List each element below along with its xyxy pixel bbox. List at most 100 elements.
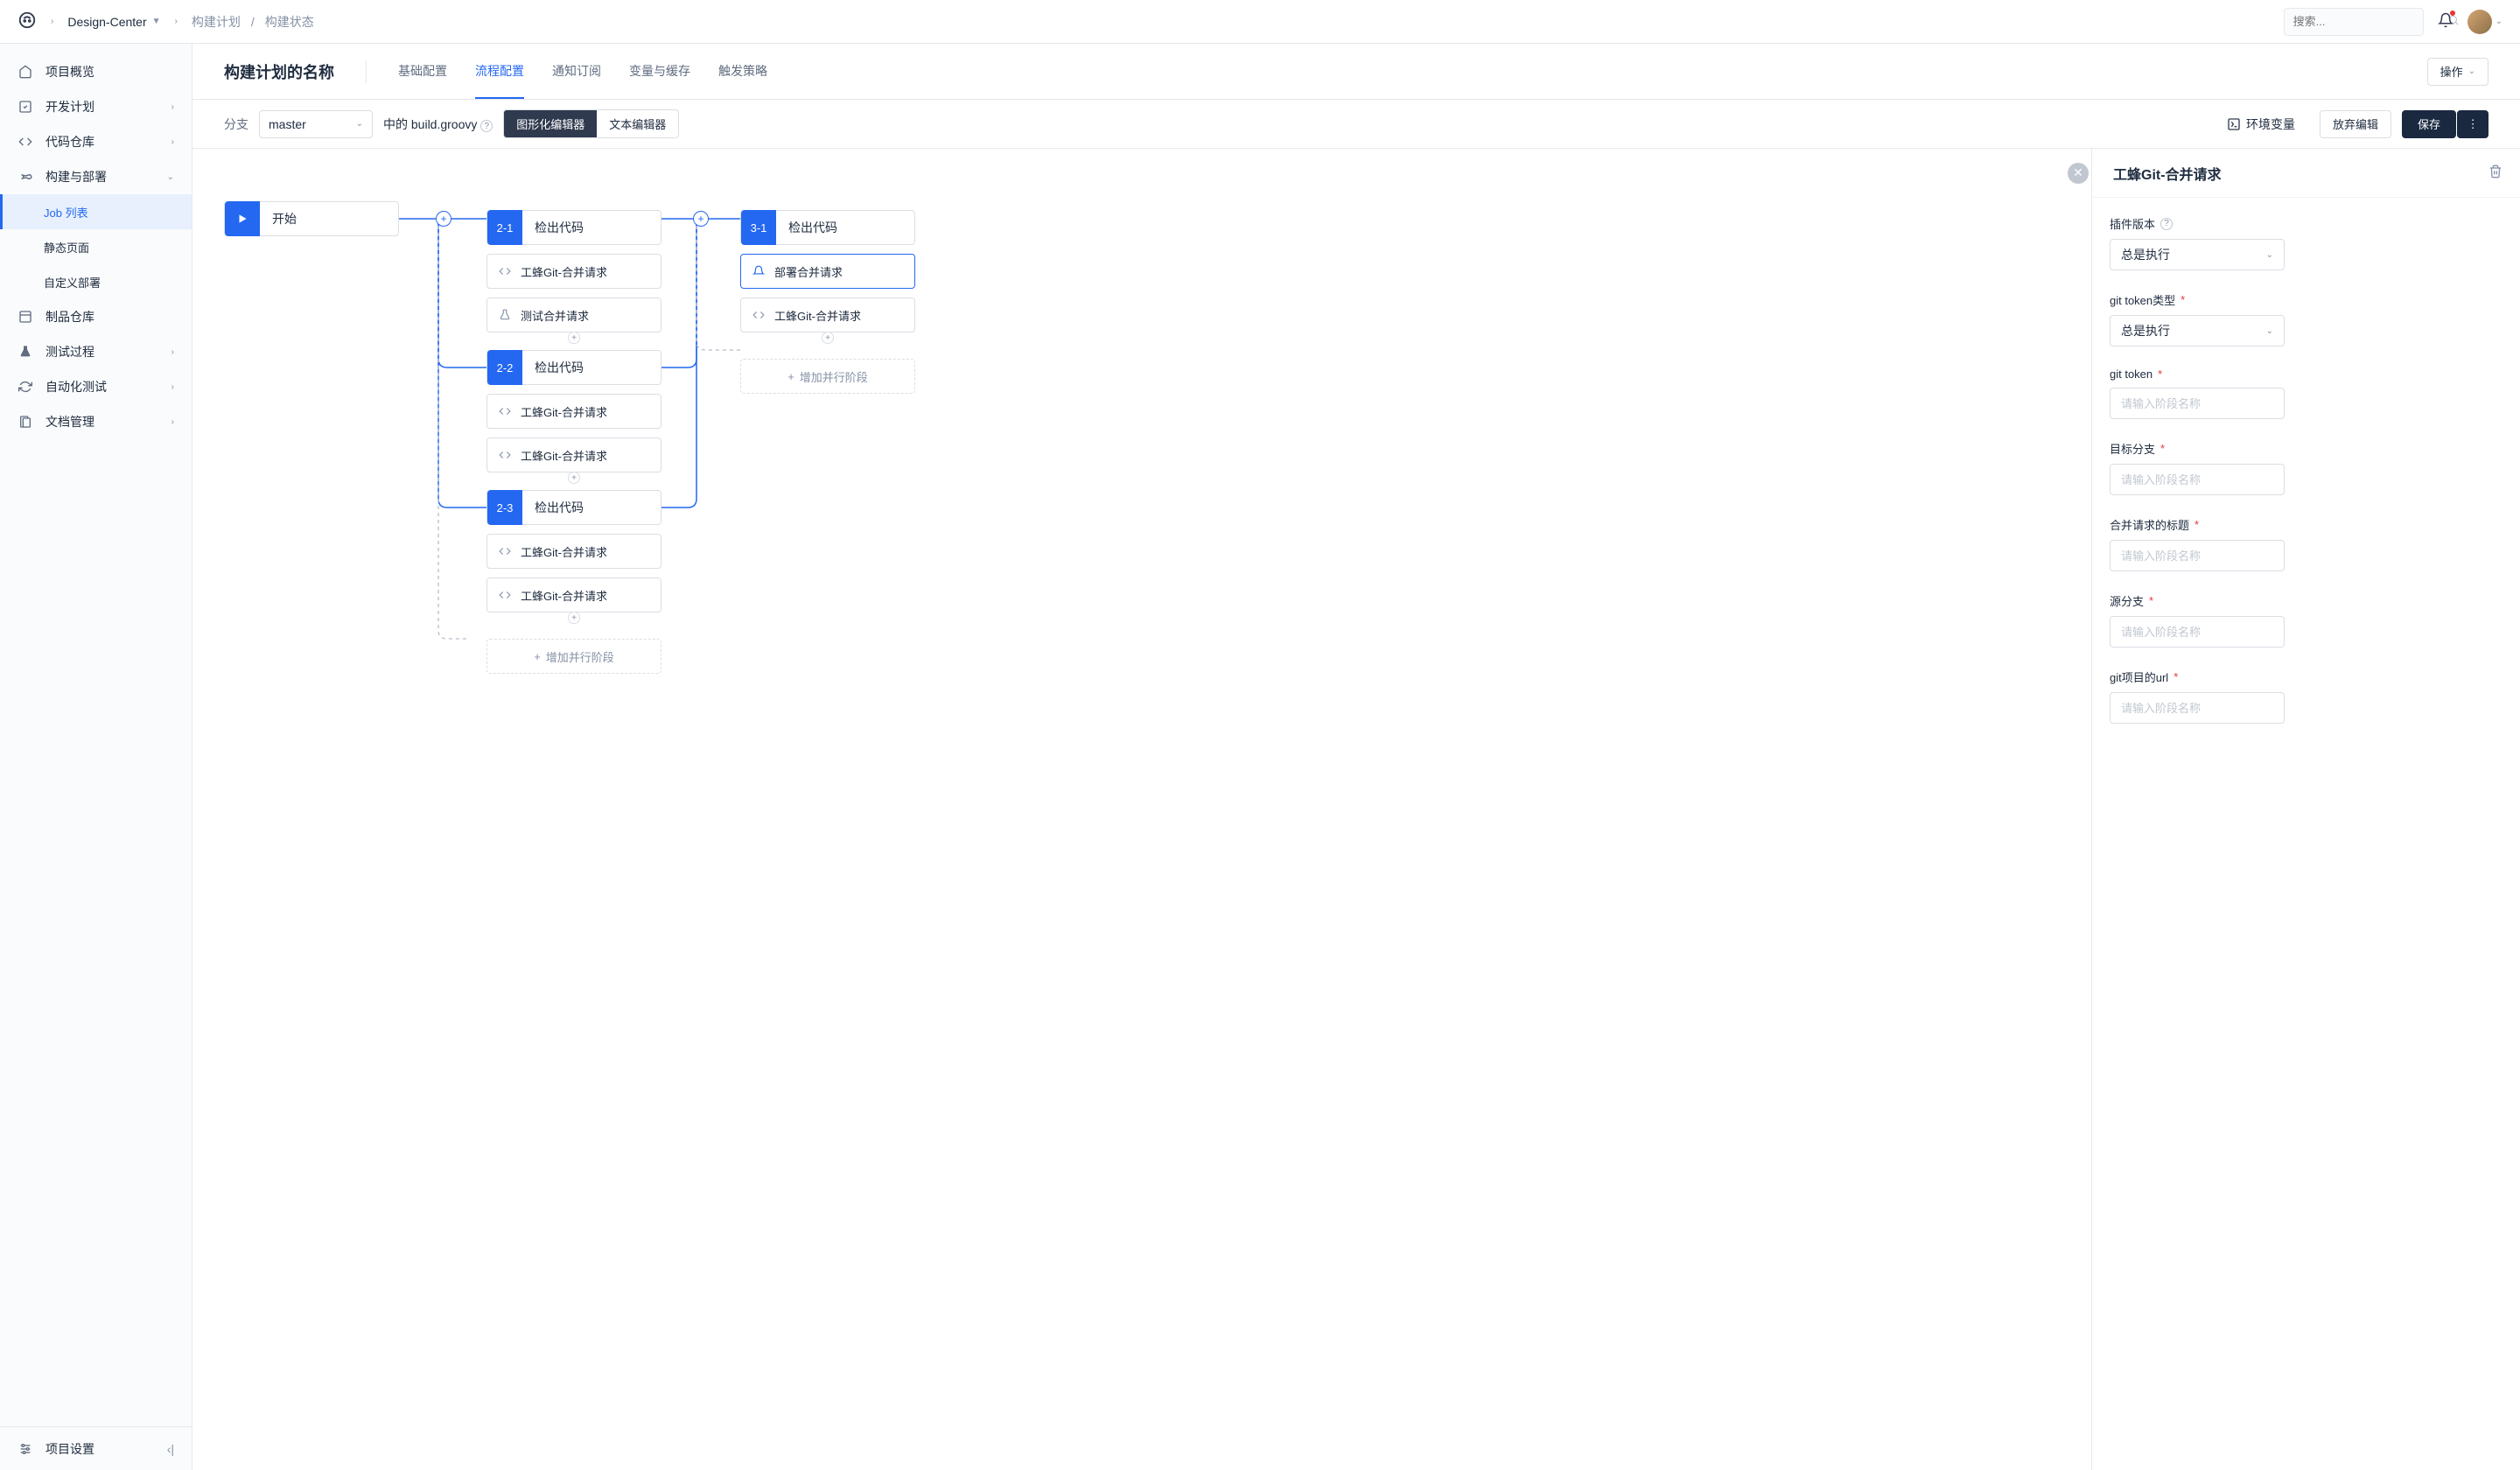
tab-notify[interactable]: 通知订阅 [552,44,601,99]
breadcrumb: 构建计划 / 构建状态 [192,13,314,31]
add-step-button[interactable]: + [568,612,580,624]
pipeline-step[interactable]: 部署合并请求 [740,254,915,289]
pipeline-step[interactable]: 工蜂Git-合并请求 [486,534,662,569]
plus-icon: + [788,370,794,383]
check-icon [18,100,33,114]
chevron-right-icon: › [172,137,174,147]
tab-trigger[interactable]: 触发策略 [718,44,767,99]
sidebar-item-build-deploy[interactable]: 构建与部署 ⌄ [0,159,192,194]
sidebar-item-dev-plan[interactable]: 开发计划 › [0,89,192,124]
editor-visual-option[interactable]: 图形化编辑器 [504,110,597,137]
logo-icon[interactable] [18,10,37,32]
stage-node[interactable]: 3-1 检出代码 [740,210,915,245]
code-icon [498,545,512,557]
pipeline-step[interactable]: 工蜂Git-合并请求 [486,578,662,612]
pipeline-step[interactable]: 工蜂Git-合并请求 [486,438,662,472]
code-icon [498,265,512,277]
sidebar-item-job-list[interactable]: Job 列表 [0,194,192,229]
pipeline-step[interactable]: 工蜂Git-合并请求 [740,298,915,332]
panel-title: 工蜂Git-合并请求 [2113,163,2222,184]
code-icon [752,309,766,321]
plugin-version-select[interactable]: 总是执行 ⌄ [2110,239,2285,270]
play-icon [225,201,260,236]
field-label: git token* [2110,368,2502,381]
file-label: 中的 build.groovy ? [383,116,493,133]
search-input[interactable] [2284,8,2424,36]
add-step-button[interactable]: + [568,472,580,484]
sidebar-item-static-page[interactable]: 静态页面 [0,229,192,264]
user-menu[interactable]: ⌄ [2468,10,2502,34]
branch-label: 分支 [224,116,248,133]
git-token-type-select[interactable]: 总是执行 ⌄ [2110,315,2285,346]
collapse-sidebar-button[interactable]: ‹| [167,1442,174,1456]
start-node[interactable]: 开始 [224,201,399,236]
action-button[interactable]: 操作 ⌄ [2427,58,2488,86]
code-icon [498,589,512,601]
target-branch-input[interactable] [2110,464,2285,495]
source-branch-input[interactable] [2110,616,2285,648]
sidebar-item-custom-deploy[interactable]: 自定义部署 [0,264,192,299]
sidebar-item-test-process[interactable]: 测试过程 › [0,334,192,369]
plus-icon: + [534,650,541,663]
help-icon[interactable]: ? [480,120,493,132]
tab-flow[interactable]: 流程配置 [475,44,524,99]
delete-icon[interactable] [2488,164,2502,181]
field-label: 目标分支* [2110,440,2502,457]
close-panel-button[interactable]: ✕ [2068,163,2089,184]
sidebar-item-code-repo[interactable]: 代码仓库 › [0,124,192,159]
sidebar-settings-label[interactable]: 项目设置 [46,1440,94,1458]
chevron-right-icon: › [51,17,53,26]
pipeline-step[interactable]: 测试合并请求 [486,298,662,332]
caret-down-icon: ▼ [152,17,161,26]
chevron-right-icon: › [175,17,178,26]
branch-select[interactable]: master ⌄ [259,110,373,138]
discard-button[interactable]: 放弃编辑 [2320,110,2391,138]
merge-title-input[interactable] [2110,540,2285,571]
add-step-button[interactable]: + [568,332,580,344]
code-icon [498,449,512,461]
doc-icon [18,415,33,429]
chevron-right-icon: › [172,102,174,112]
home-icon [18,65,33,79]
field-label: git token类型* [2110,291,2502,308]
sidebar-item-overview[interactable]: 项目概览 [0,54,192,89]
code-icon [18,135,33,149]
notifications-button[interactable] [2438,12,2454,31]
save-more-button[interactable]: ⋮ [2457,110,2488,138]
chevron-down-icon: ⌄ [2266,326,2273,336]
pipeline-step[interactable]: 工蜂Git-合并请求 [486,254,662,289]
add-node-button[interactable]: + [436,211,452,227]
avatar [2468,10,2492,34]
stage-node[interactable]: 2-1 检出代码 [486,210,662,245]
project-selector[interactable]: Design-Center ▼ [67,15,160,29]
add-parallel-stage-button[interactable]: + 增加并行阶段 [740,359,915,394]
add-node-button[interactable]: + [693,211,709,227]
page-title: 构建计划的名称 [224,60,367,83]
git-url-input[interactable] [2110,692,2285,724]
sidebar-item-docs[interactable]: 文档管理 › [0,404,192,439]
add-parallel-stage-button[interactable]: + 增加并行阶段 [486,639,662,674]
stage-node[interactable]: 2-3 检出代码 [486,490,662,525]
stage-node[interactable]: 2-2 检出代码 [486,350,662,385]
save-button[interactable]: 保存 [2402,110,2456,138]
code-icon [498,405,512,417]
settings-icon [18,1442,33,1456]
tab-vars[interactable]: 变量与缓存 [629,44,690,99]
tab-basic[interactable]: 基础配置 [398,44,447,99]
add-step-button[interactable]: + [822,332,834,344]
editor-text-option[interactable]: 文本编辑器 [597,110,678,137]
sidebar-item-artifacts[interactable]: 制品仓库 [0,299,192,334]
chevron-down-icon: ⌄ [2496,17,2502,26]
chevron-right-icon: › [172,347,174,357]
editor-mode-toggle: 图形化编辑器 文本编辑器 [503,109,679,138]
chevron-down-icon: ⌄ [2468,66,2475,76]
env-vars-button[interactable]: 环境变量 [2227,116,2295,133]
field-label: git项目的url* [2110,668,2502,685]
git-token-input[interactable] [2110,388,2285,419]
help-icon[interactable]: ? [2160,218,2173,230]
sidebar-item-auto-test[interactable]: 自动化测试 › [0,369,192,404]
flask-icon [18,345,33,359]
bell-icon [752,265,766,277]
pipeline-step[interactable]: 工蜂Git-合并请求 [486,394,662,429]
flask-icon [498,309,512,321]
